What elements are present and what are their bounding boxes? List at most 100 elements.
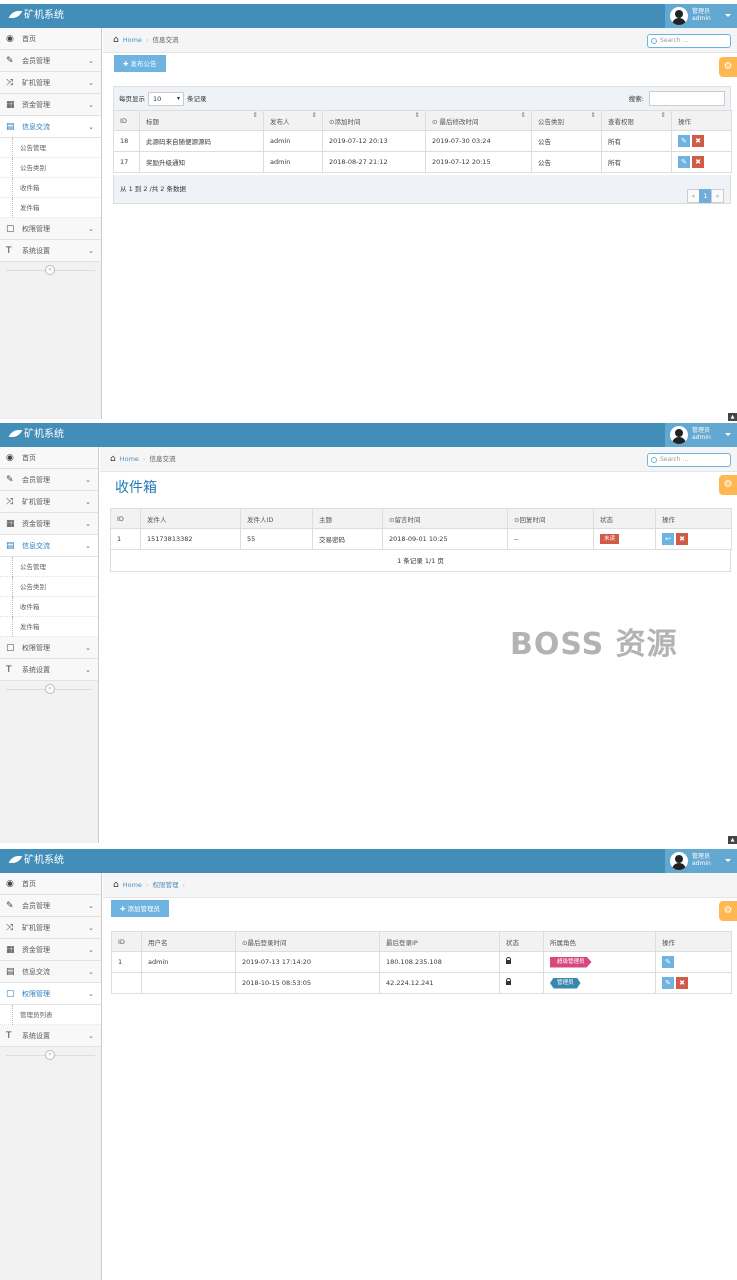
cell-subject[interactable]: 交易密码	[312, 528, 383, 550]
sidebar-item-home[interactable]: ◉ 首页	[0, 447, 98, 469]
brand[interactable]: 矿机系统	[8, 9, 64, 23]
user-text: 管理员 admin	[692, 853, 711, 867]
breadcrumb-home[interactable]: Home	[123, 881, 142, 889]
user-menu[interactable]: 管理员 admin	[665, 4, 737, 28]
settings-gear-icon[interactable]: ⚙	[719, 901, 737, 921]
cell-status	[499, 951, 544, 973]
home-icon: ⌂	[110, 454, 116, 464]
brand[interactable]: 矿机系统	[8, 428, 64, 442]
cell-permission: 所有	[601, 151, 672, 173]
sidebar-item-member[interactable]: ✎ 会员管理 ⌄	[0, 469, 98, 491]
cell-sender[interactable]: 15173813382	[140, 528, 241, 550]
col-id[interactable]: ID	[113, 110, 140, 131]
sidebar-item-home[interactable]: ◉ 首页	[0, 28, 101, 50]
sidebar-subitem-outbox[interactable]: 发件箱	[0, 198, 101, 218]
cell-username[interactable]	[141, 972, 236, 994]
sidebar-subitem-admin-list[interactable]: 管理员列表	[0, 1005, 101, 1025]
col-added[interactable]: ⊙添加时间 ⇕	[322, 110, 426, 131]
sidebar-item-info[interactable]: ▤ 信息交流 ⌄	[0, 961, 101, 983]
user-menu[interactable]: 管理员 admin	[665, 849, 737, 873]
sidebar-item-funds[interactable]: ▦ 资金管理 ⌄	[0, 939, 101, 961]
sidebar-item-perm[interactable]: ▢ 权限管理 ⌄	[0, 218, 101, 240]
col-modified[interactable]: ⊙ 最后修改时间 ⇕	[425, 110, 532, 131]
delete-button[interactable]: ✖	[692, 135, 704, 147]
sidebar-item-miner[interactable]: ⤨ 矿机管理 ⌄	[0, 72, 101, 94]
breadcrumb-home[interactable]: Home	[120, 455, 139, 463]
chevron-down-icon: ⌄	[88, 968, 94, 976]
col-publisher[interactable]: 发布人 ⇕	[263, 110, 323, 131]
col-title[interactable]: 标题 ⇕	[139, 110, 264, 131]
button-label: 发布公告	[130, 60, 157, 68]
scroll-top-button[interactable]: ▲	[728, 413, 737, 421]
col-category[interactable]: 公告类别 ⇕	[531, 110, 602, 131]
edit-button[interactable]: ✎	[678, 135, 690, 147]
sidebar-item-funds[interactable]: ▦ 资金管理 ⌄	[0, 94, 101, 116]
sidebar-item-home[interactable]: ◉ 首页	[0, 873, 101, 895]
settings-gear-icon[interactable]: ⚙	[719, 57, 737, 77]
cell-id: 1	[110, 528, 141, 550]
sidebar-item-sys[interactable]: T 系统设置 ⌄	[0, 240, 101, 262]
edit-button[interactable]: ✎	[662, 977, 674, 989]
breadcrumb-current[interactable]: 权限管理	[153, 881, 179, 889]
sidebar-item-funds[interactable]: ▦ 资金管理 ⌄	[0, 513, 98, 535]
sidebar-item-miner[interactable]: ⤨ 矿机管理 ⌄	[0, 491, 98, 513]
sidebar-item-perm[interactable]: ▢ 权限管理 ⌄	[0, 983, 101, 1005]
search-input[interactable]: Search ...	[647, 453, 731, 467]
sidebar-subitem-outbox[interactable]: 发件箱	[0, 617, 98, 637]
calendar-icon: ▦	[6, 945, 15, 955]
page-length-select[interactable]: 10	[148, 92, 184, 106]
breadcrumb: ⌂ Home › 权限管理 ›	[103, 873, 737, 898]
delete-button[interactable]: ✖	[676, 533, 688, 545]
announcement-table: ID 标题 ⇕ 发布人 ⇕ ⊙添加时间 ⇕ ⊙ 最后修改时间 ⇕ 公告类别 ⇕ 查看权限 ⇕…	[113, 110, 732, 173]
sidebar-item-sys[interactable]: T 系统设置 ⌄	[0, 659, 98, 681]
cell-actions: ✎ ✖	[671, 151, 732, 173]
sort-icon: ⇕	[252, 111, 258, 119]
col-permission[interactable]: 查看权限 ⇕	[601, 110, 672, 131]
add-admin-button[interactable]: ✚ 添加管理员	[111, 900, 170, 917]
sidebar-item-sys[interactable]: T 系统设置 ⌄	[0, 1025, 101, 1047]
scroll-top-button[interactable]: ▲	[728, 836, 737, 844]
collapse-icon[interactable]: «	[45, 684, 55, 694]
breadcrumb-home[interactable]: Home	[123, 36, 142, 44]
delete-button[interactable]: ✖	[676, 977, 688, 989]
sidebar-item-perm[interactable]: ▢ 权限管理 ⌄	[0, 637, 98, 659]
sidebar-item-info[interactable]: ▤ 信息交流 ⌄	[0, 116, 101, 138]
sidebar-subitem-inbox[interactable]: 收件箱	[0, 597, 98, 617]
sidebar-subitem-category[interactable]: 公告类别	[0, 158, 101, 178]
cell-added: 2018-08-27 21:12	[322, 151, 426, 173]
cell-status	[499, 972, 544, 994]
breadcrumb-separator: ›	[145, 881, 149, 889]
chevron-down-icon: ⌄	[85, 476, 91, 484]
pagination: «1»	[687, 182, 724, 211]
collapse-icon[interactable]: «	[45, 265, 55, 275]
unlock-icon[interactable]	[506, 978, 511, 985]
sidebar-item-miner[interactable]: ⤨ 矿机管理 ⌄	[0, 917, 101, 939]
collapse-icon[interactable]: «	[45, 1050, 55, 1060]
next-page-button[interactable]: »	[711, 189, 724, 203]
reply-button[interactable]: ↩	[662, 533, 674, 545]
edit-button[interactable]: ✎	[678, 156, 690, 168]
cell-sender-id[interactable]: 55	[240, 528, 313, 550]
sidebar-subitem-announce[interactable]: 公告管理	[0, 138, 101, 158]
sidebar-item-member[interactable]: ✎ 会员管理 ⌄	[0, 895, 101, 917]
user-menu[interactable]: 管理员 admin	[665, 423, 737, 447]
unlock-icon[interactable]	[506, 957, 511, 964]
sidebar-item-member[interactable]: ✎ 会员管理 ⌄	[0, 50, 101, 72]
sidebar-subitem-category[interactable]: 公告类别	[0, 577, 98, 597]
col-message-time: ⊙留言时间	[382, 508, 508, 529]
sidebar-subitem-inbox[interactable]: 收件箱	[0, 178, 101, 198]
table-search-input[interactable]	[649, 91, 725, 106]
settings-gear-icon[interactable]: ⚙	[719, 475, 737, 495]
admin-table: ID 用户名 ⊙最后登录时间 最后登录IP 状态 所属角色 操作 1 admin…	[111, 931, 732, 994]
delete-button[interactable]: ✖	[692, 156, 704, 168]
brand[interactable]: 矿机系统	[8, 854, 64, 868]
search-input[interactable]: Search ...	[647, 34, 731, 48]
publish-announcement-button[interactable]: ✚ 发布公告	[114, 55, 166, 72]
home-icon: ⌂	[113, 35, 119, 45]
sidebar-item-info[interactable]: ▤ 信息交流 ⌄	[0, 535, 98, 557]
chevron-down-icon: ⌄	[85, 666, 91, 674]
cell-username[interactable]: admin	[141, 951, 236, 973]
sort-icon: ⇕	[311, 111, 317, 119]
sidebar-subitem-announce[interactable]: 公告管理	[0, 557, 98, 577]
edit-button[interactable]: ✎	[662, 956, 674, 968]
